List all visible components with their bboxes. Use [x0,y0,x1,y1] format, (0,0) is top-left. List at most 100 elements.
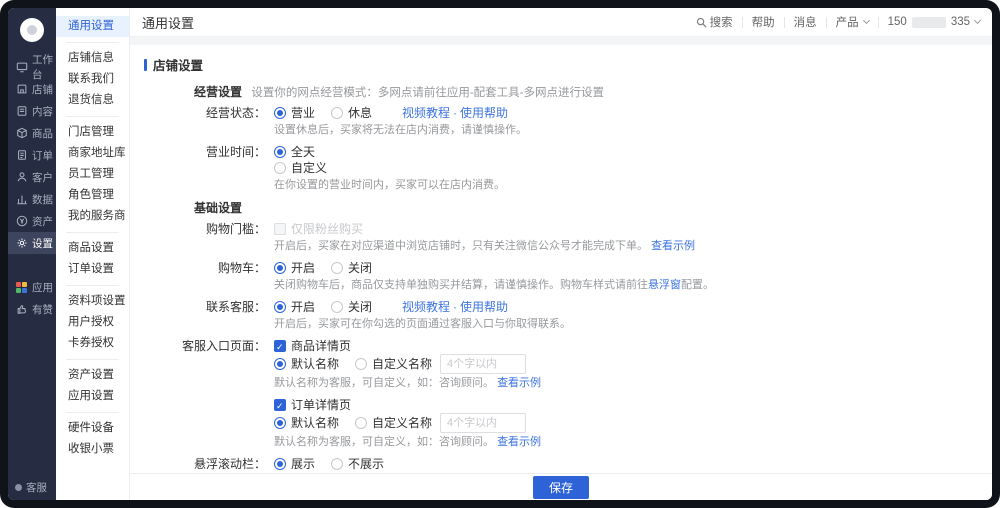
help-link[interactable]: 使用帮助 [460,299,508,315]
help-link[interactable]: 使用帮助 [460,105,508,121]
radio-icon [274,146,286,158]
search-label: 搜索 [709,17,733,29]
snav-item-order-settings[interactable]: 订单设置 [56,259,129,280]
sidebar-item-apps[interactable]: 应用 [8,276,56,298]
snav-item-general-settings[interactable]: 通用设置 [56,16,129,37]
helper-body: 配置。 [681,279,714,291]
snav-item-merchant-address[interactable]: 商家地址库 [56,143,129,164]
radio-contact-on[interactable]: 开启 [274,299,315,315]
radio-product-default-name[interactable]: 默认名称 [274,356,339,372]
save-bar: 保存 [130,473,992,500]
save-button[interactable]: 保存 [532,475,589,499]
row-label: 客服入口页面： [181,339,266,353]
radio-label: 全天 [291,145,316,159]
radio-business-rest[interactable]: 休息 [331,105,372,121]
radio-business-open[interactable]: 营业 [274,105,315,121]
snav-item-staff-management[interactable]: 员工管理 [56,164,129,185]
snav-item-user-authorization[interactable]: 用户授权 [56,312,129,333]
radio-icon [355,358,368,370]
view-example-link[interactable]: 查看示例 [497,436,541,448]
checkbox-order-detail-page[interactable] [274,398,286,414]
video-tutorial-link[interactable]: 视频教程 [402,105,450,121]
radio-cart-on[interactable]: 开启 [274,260,315,276]
order-custom-name-input[interactable] [440,413,527,433]
radio-label: 休息 [348,106,373,120]
helper-text: 设置休息后，买家将无法在店内消费，请谨慎操作。 [274,124,527,136]
radio-label: 开启 [291,300,316,314]
checkbox-label: 仅限粉丝购买 [291,222,364,236]
form-row-business-status: 经营状态： 营业 休息 视频教程 · 使用帮助 设置休息后，买家将无法在店内消费… [144,105,992,137]
helper-text: 默认名称为客服，可自定义，如：咨询顾问。 查看示例 [274,376,541,390]
sidebar-item-assets[interactable]: 资产 [8,210,56,232]
radio-label: 默认名称 [291,357,340,371]
snav-item-hardware[interactable]: 硬件设备 [56,418,129,439]
view-example-link[interactable]: 查看示例 [651,240,695,252]
search-button[interactable]: 搜索 [696,14,733,30]
snav-item-assets-settings[interactable]: 资产设置 [56,365,129,386]
sidebar-item-shop[interactable]: 店铺 [8,78,56,100]
page-gap [130,37,992,45]
radio-icon [355,417,368,429]
radio-label: 展示 [291,457,316,471]
radio-contact-off[interactable]: 关闭 [331,299,372,315]
snav-item-role-management[interactable]: 角色管理 [56,185,129,206]
radio-order-default-name[interactable]: 默认名称 [274,415,339,431]
view-example-link[interactable]: 查看示例 [497,377,541,389]
snav-item-shop-info[interactable]: 店铺信息 [56,48,129,69]
account-prefix: 150 [887,16,907,28]
radio-icon [274,162,286,174]
sidebar-item-data[interactable]: 数据 [8,188,56,210]
row-label: 购物门槛： [205,222,266,236]
snav-item-return-info[interactable]: 退货信息 [56,90,129,111]
sidebar-item-label: 内容 [32,105,53,118]
radio-floatbar-hide[interactable]: 不展示 [331,456,384,472]
product-custom-name-input[interactable] [440,354,527,374]
video-tutorial-link[interactable]: 视频教程 [402,299,450,315]
messages-button[interactable]: 消息 [794,14,817,30]
sidebar-item-content[interactable]: 内容 [8,100,56,122]
float-window-link[interactable]: 悬浮窗 [648,279,681,291]
snav-item-goods-settings[interactable]: 商品设置 [56,238,129,259]
sidebar-item-settings[interactable]: 设置 [8,232,56,254]
snav-item-coupon-authorization[interactable]: 卡券授权 [56,333,129,354]
settings-icon [15,237,28,250]
sidebar-item-goods[interactable]: 商品 [8,122,56,144]
sidebar-item-workbench[interactable]: 工作台 [8,54,56,81]
help-button[interactable]: 帮助 [752,14,775,30]
product-menu[interactable]: 产品 [836,14,870,30]
radio-cart-off[interactable]: 关闭 [331,260,372,276]
radio-floatbar-show[interactable]: 展示 [274,456,315,472]
radio-order-custom-name[interactable]: 自定义名称 [355,415,432,431]
checkbox-product-detail-page[interactable] [274,339,286,355]
sidebar-item-label: 资产 [32,215,53,228]
snav-item-profile-settings[interactable]: 资料项设置 [56,291,129,312]
radio-product-custom-name[interactable]: 自定义名称 [355,356,432,372]
sidebar-item-customers[interactable]: 客户 [8,166,56,188]
group-header-desc: 设置你的网点经营模式：多网点请前往应用-配套工具-多网点进行设置 [251,87,605,99]
snav-item-receipt[interactable]: 收银小票 [56,439,129,460]
divider [66,42,119,43]
avatar[interactable] [20,18,44,42]
sidebar-item-support[interactable]: 客服 [8,474,56,500]
snav-item-app-settings[interactable]: 应用设置 [56,386,129,407]
radio-label: 自定义名称 [372,357,433,371]
group-header-business: 经营设置 设置你的网点经营模式：多网点请前往应用-配套工具-多网点进行设置 [194,83,992,100]
sidebar-item-label: 商品 [32,127,53,140]
snav-item-store-management[interactable]: 门店管理 [56,122,129,143]
radio-hours-custom[interactable]: 自定义 [274,160,327,176]
section-title-label: 店铺设置 [153,59,204,73]
sidebar-item-orders[interactable]: 订单 [8,144,56,166]
snav-item-contact-us[interactable]: 联系我们 [56,69,129,90]
account-menu[interactable]: 150 335 [887,16,982,28]
checkbox-label: 订单详情页 [291,398,352,412]
radio-label: 开启 [291,261,316,275]
form-row-contact-service: 联系客服： 开启 关闭 视频教程 · 使用帮助 开启后，买家可在你勾选的页面通过… [144,299,992,331]
assets-icon [15,215,28,228]
radio-hours-allday[interactable]: 全天 [274,144,315,160]
sidebar-item-youzan[interactable]: 有赞 [8,298,56,320]
snav-item-my-providers[interactable]: 我的服务商 [56,206,129,227]
group-header-label: 基础设置 [194,201,243,215]
divider [877,16,879,28]
radio-icon [331,262,344,274]
checkbox-fans-only[interactable] [274,223,286,235]
